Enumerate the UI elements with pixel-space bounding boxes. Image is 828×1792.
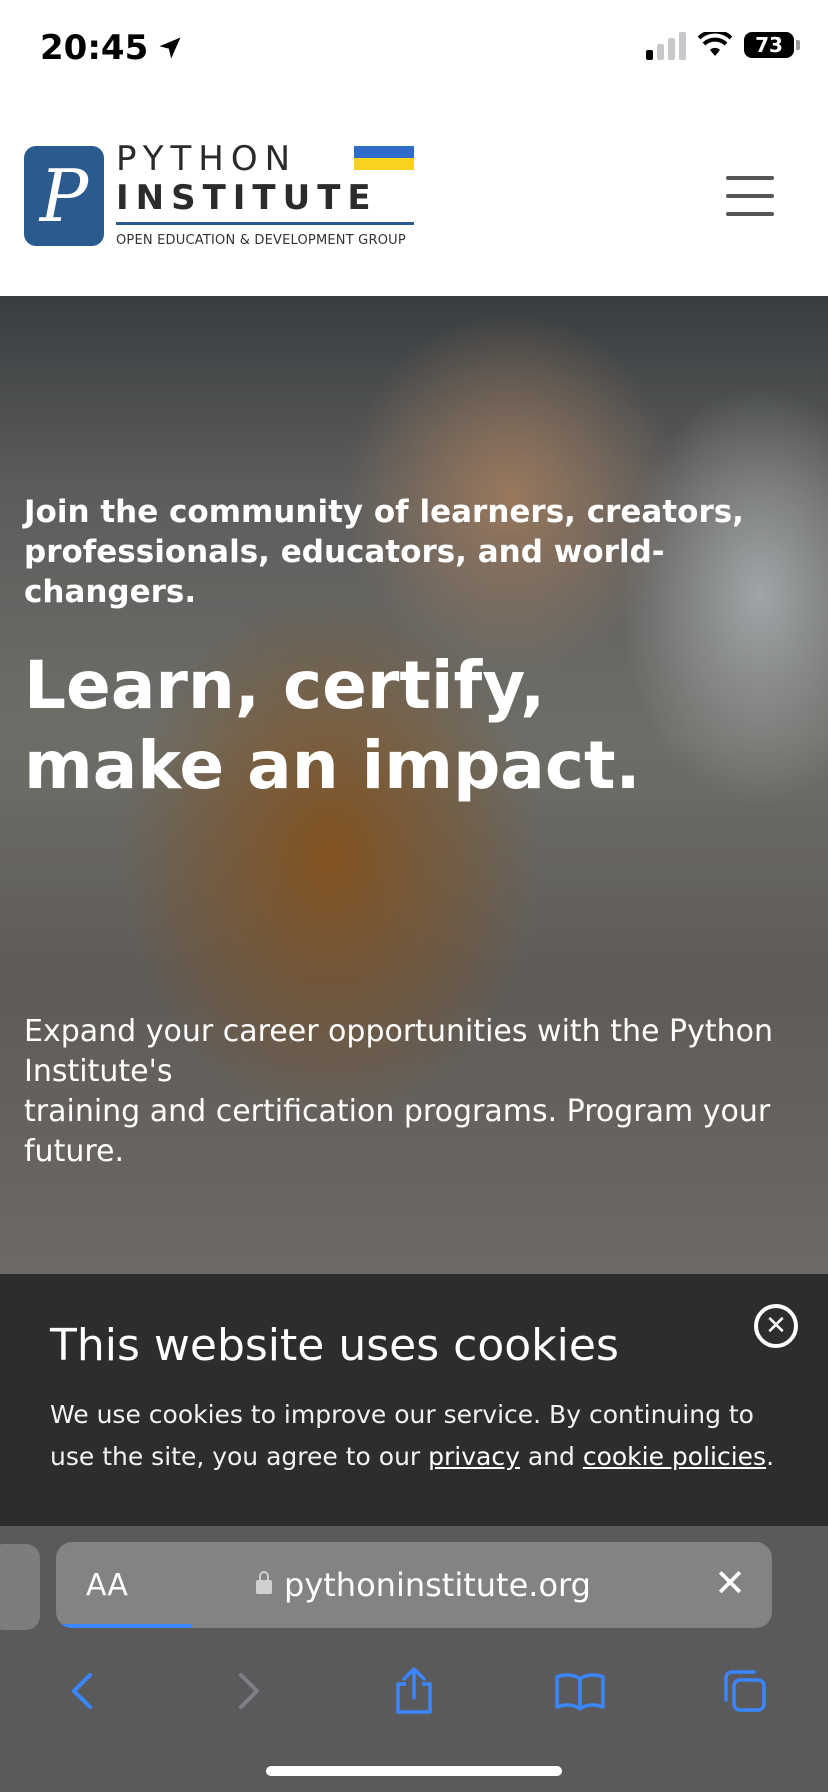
lock-icon [256,1571,272,1594]
stop-loading-button[interactable]: ✕ [714,1564,746,1602]
flag-stripe-blue [354,146,414,158]
hero-kicker: Join the community of learners, creators… [24,494,744,610]
chevron-right-icon [239,1673,260,1709]
cookie-text-and: and [519,1442,583,1471]
status-indicators: 73 [646,30,800,60]
page-load-progress [56,1624,193,1628]
text-size-button[interactable]: AA [86,1568,128,1603]
tabs-button[interactable] [715,1661,775,1721]
logo-subtitle: OPEN EDUCATION & DEVELOPMENT GROUP [116,233,406,248]
status-time: 20:45 [40,28,184,68]
status-bar: 20:45 73 [0,0,828,100]
wifi-icon [698,32,732,56]
chevron-left-icon [71,1673,92,1709]
site-header: P PYTHON INSTITUTE OPEN EDUCATION & DEVE… [0,100,828,296]
flag-stripe-yellow [354,158,414,170]
home-indicator [266,1766,562,1776]
tabs-icon [724,1670,766,1712]
ukraine-flag-icon [354,146,414,170]
forward-button[interactable] [218,1661,278,1721]
hero-body-line1: Expand your career opportunities with th… [24,1014,773,1089]
logo-divider [116,222,414,225]
text-size-label: AA [86,1568,128,1603]
hero-body-line2: training and certification programs. Pro… [24,1094,771,1169]
python-institute-logo-mark[interactable]: P [24,146,104,246]
hero-title: Learn, certify, make an impact. [24,646,804,806]
previous-tab-preview[interactable] [0,1544,40,1630]
bookmarks-button[interactable] [550,1661,610,1721]
hero-title-line1: Learn, certify, [24,647,546,724]
battery-icon: 73 [744,32,800,58]
book-icon [554,1673,605,1711]
close-icon: ✕ [765,1311,787,1341]
hero-body: Expand your career opportunities with th… [24,1012,804,1172]
cellular-signal-icon [646,30,686,60]
hamburger-menu-icon[interactable] [726,176,774,216]
hero-section: Join the community of learners, creators… [0,296,828,1274]
cookie-banner: ✕ This website uses cookies We use cooki… [0,1274,828,1526]
location-arrow-icon [159,37,181,59]
share-icon [396,1667,432,1714]
cookie-text-end: . [766,1442,775,1471]
safari-toolbar [0,1656,828,1726]
clock-label: 20:45 [40,28,149,68]
cookie-policies-link[interactable]: cookie policies [583,1442,766,1471]
cookie-text: We use cookies to improve our service. B… [50,1394,778,1478]
share-button[interactable] [384,1661,444,1721]
cookie-title: This website uses cookies [50,1320,619,1371]
address-bar[interactable]: AA pythoninstitute.org ✕ [56,1542,772,1628]
back-button[interactable] [53,1661,113,1721]
safari-bottom-bar: AA pythoninstitute.org ✕ [0,1526,828,1792]
hero-title-line2: make an impact. [24,727,641,804]
logo-line-institute: INSTITUTE [116,178,378,218]
close-icon: ✕ [714,1561,746,1605]
battery-level: 73 [755,33,783,57]
logo-letter: P [39,154,89,238]
close-cookie-banner-button[interactable]: ✕ [754,1304,798,1348]
privacy-link[interactable]: privacy [428,1442,520,1471]
url-field[interactable]: pythoninstitute.org [256,1566,591,1604]
url-text: pythoninstitute.org [284,1566,591,1604]
